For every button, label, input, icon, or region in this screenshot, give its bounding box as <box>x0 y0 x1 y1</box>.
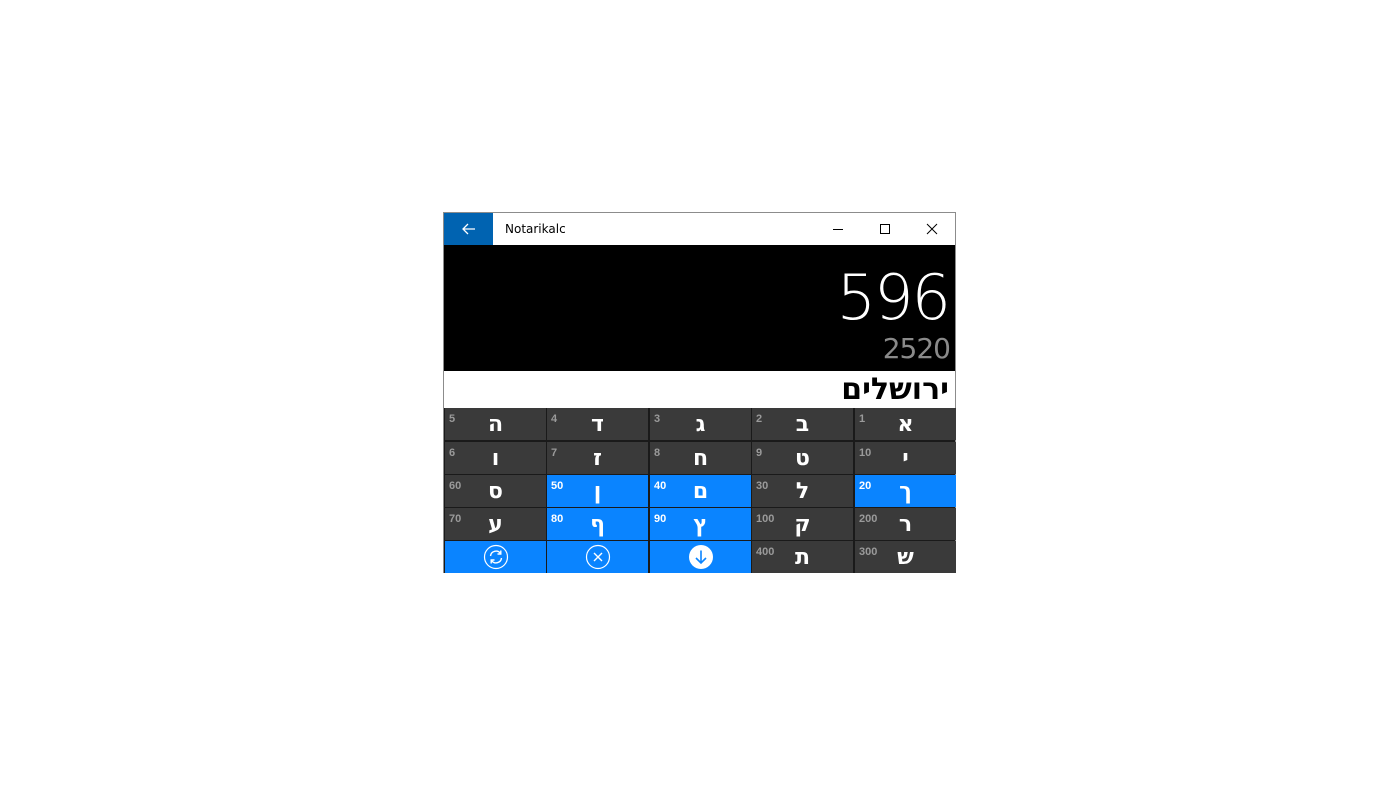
refresh-button[interactable] <box>445 541 546 573</box>
letter-key[interactable]: 60 ס <box>445 475 546 507</box>
key-letter: ש <box>897 545 914 570</box>
key-letter: ו <box>491 446 500 471</box>
app-title: Notarikalc <box>505 222 566 236</box>
key-letter: ד <box>591 412 604 437</box>
letter-key[interactable]: 1א <box>855 408 956 440</box>
maximize-icon <box>880 224 890 234</box>
key-letter: ז <box>593 446 602 471</box>
key-letter: ט <box>795 446 810 471</box>
minimize-button[interactable] <box>815 213 861 245</box>
app-window: Notarikalc 596 2520 ירושלים 5ה4ד3ג2ב1א 6ו… <box>443 212 956 573</box>
letter-key[interactable]: 10 י <box>855 442 956 474</box>
word-text: ירושלים <box>841 372 949 407</box>
letter-keypad: 5 ה 4 ד 3 ג 2 ב 1 א 6 ו 7 ז 8 ח 9 ט 10 י 60 ס 50 ן 40 ם 30 ל 20 ך 70 ע 8… <box>444 408 956 573</box>
back-button[interactable] <box>444 213 493 245</box>
key-letter: ן <box>593 479 602 504</box>
key-letter: י <box>902 446 909 471</box>
key-letter: ג <box>695 412 706 437</box>
word-input[interactable]: ירושלים <box>445 371 954 407</box>
key-letter: ת <box>794 545 811 570</box>
key-letter: ר <box>898 512 913 537</box>
result-display: 596 2520 <box>444 245 955 371</box>
letter-key[interactable]: 300 ש <box>855 541 956 573</box>
close-icon <box>926 223 938 235</box>
key-letter: ם <box>692 479 709 504</box>
gematria-value: 596 <box>836 261 951 334</box>
letter-key[interactable]: 40 ם <box>650 475 751 507</box>
key-letter: ל <box>795 479 810 504</box>
key-letter: ץ <box>693 512 708 537</box>
letter-key[interactable]: 50 ן <box>547 475 648 507</box>
letter-key[interactable]: 7ז <box>547 442 648 474</box>
letter-key[interactable]: 30 ל <box>752 475 853 507</box>
minimize-icon <box>833 229 843 230</box>
letter-key[interactable]: 5ה <box>445 408 546 440</box>
back-arrow-icon <box>461 223 475 235</box>
clear-icon <box>547 541 648 573</box>
key-letter: ף <box>590 512 605 537</box>
key-letter: ס <box>488 479 503 504</box>
letter-key[interactable]: 90 ץ <box>650 508 751 540</box>
letter-key[interactable]: 100 ק <box>752 508 853 540</box>
save-button[interactable] <box>650 541 751 573</box>
maximize-button[interactable] <box>862 213 908 245</box>
key-letter: ך <box>899 479 912 504</box>
letter-key[interactable]: 3ג <box>650 408 751 440</box>
refresh-icon <box>445 541 546 573</box>
letter-key[interactable]: 400 ת <box>752 541 853 573</box>
letter-key[interactable]: 20 ך <box>855 475 956 507</box>
key-letter: ח <box>692 446 709 471</box>
letter-key[interactable]: 8ח <box>650 442 751 474</box>
secondary-value: 2520 <box>882 332 951 365</box>
key-letter: ק <box>794 512 811 537</box>
save-down-icon <box>650 541 751 573</box>
title-bar: Notarikalc <box>444 213 955 245</box>
letter-key[interactable]: 2ב <box>752 408 853 440</box>
letter-key[interactable]: 200 ר <box>855 508 956 540</box>
letter-key[interactable]: 9ט <box>752 442 853 474</box>
key-letter: ע <box>488 512 503 537</box>
letter-key[interactable]: 70 ע <box>445 508 546 540</box>
key-letter: ב <box>795 412 810 437</box>
key-letter: ה <box>487 412 504 437</box>
key-letter: א <box>897 412 914 437</box>
letter-key[interactable]: 4ד <box>547 408 648 440</box>
close-button[interactable] <box>909 213 955 245</box>
letter-key[interactable]: 6ו <box>445 442 546 474</box>
clear-button[interactable] <box>547 541 648 573</box>
letter-key[interactable]: 80 ף <box>547 508 648 540</box>
